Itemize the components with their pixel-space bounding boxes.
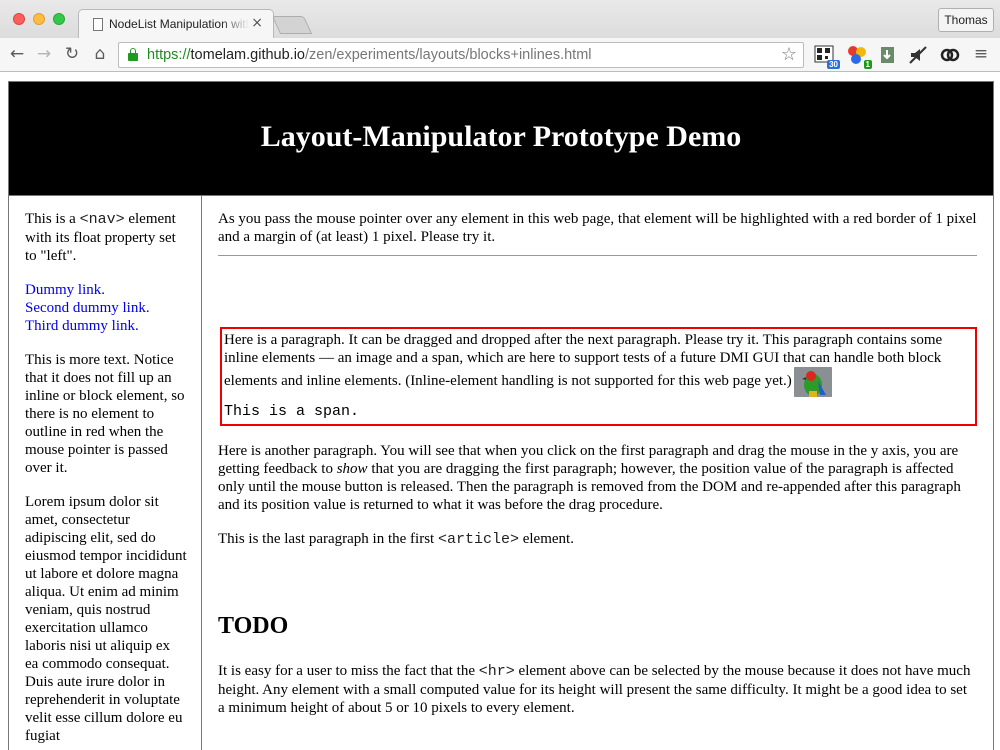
nav-more-text: This is more text. Notice that it does n…: [25, 352, 185, 476]
dummy-link-1[interactable]: Dummy link.: [25, 281, 187, 299]
page-header: Layout-Manipulator Prototype Demo: [9, 82, 993, 195]
url-text: https://tomelam.github.io/zen/experiment…: [147, 47, 592, 63]
page-favicon-icon: [93, 18, 103, 31]
draggable-paragraph-highlighted[interactable]: Here is a paragraph. It can be dragged a…: [220, 327, 977, 426]
horizontal-rule[interactable]: [218, 255, 977, 256]
close-window-button[interactable]: [13, 13, 25, 25]
profile-button[interactable]: Thomas: [938, 8, 994, 32]
page-title: Layout-Manipulator Prototype Demo: [260, 120, 742, 153]
reload-icon[interactable]: ↻: [61, 43, 83, 65]
dummy-link-2[interactable]: Second dummy link.: [25, 299, 187, 317]
mute-extension-icon[interactable]: [907, 44, 929, 66]
tab-close-icon[interactable]: ×: [251, 15, 263, 31]
page-container: Layout-Manipulator Prototype Demo This i…: [8, 81, 994, 750]
address-bar[interactable]: https://tomelam.github.io/zen/experiment…: [118, 42, 804, 68]
qr-extension-icon[interactable]: 30: [814, 44, 840, 69]
browser-tab[interactable]: NodeList Manipulation with ×: [78, 9, 274, 38]
forward-arrow-icon[interactable]: →: [33, 43, 55, 65]
draggable-paragraph-text: Here is a paragraph. It can be dragged a…: [224, 331, 972, 397]
balls-extension-icon[interactable]: 1: [846, 44, 872, 69]
bookmark-star-icon[interactable]: ☆: [781, 44, 797, 65]
last-paragraph[interactable]: This is the last paragraph in the first …: [218, 530, 977, 549]
zoom-window-button[interactable]: [53, 13, 65, 25]
browser-title-bar: NodeList Manipulation with × Thomas: [0, 0, 1000, 38]
second-paragraph[interactable]: Here is another paragraph. You will see …: [218, 442, 977, 514]
link-extension-icon[interactable]: [939, 44, 961, 66]
browser-toolbar: ← → ↻ ⌂ https://tomelam.github.io/zen/ex…: [0, 38, 1000, 72]
nav-lorem-text[interactable]: Lorem ipsum dolor sit amet, consectetur …: [25, 493, 187, 745]
todo-paragraph[interactable]: It is easy for a user to miss the fact t…: [218, 662, 977, 717]
tab-title: NodeList Manipulation with: [109, 17, 249, 31]
left-nav[interactable]: This is a <nav> element with its float p…: [9, 196, 202, 750]
new-tab-button[interactable]: [271, 16, 313, 34]
menu-hamburger-icon[interactable]: ≡: [970, 43, 992, 65]
intro-paragraph[interactable]: As you pass the mouse pointer over any e…: [218, 210, 977, 246]
home-icon[interactable]: ⌂: [89, 43, 111, 65]
dummy-link-3[interactable]: Third dummy link.: [25, 317, 187, 335]
back-arrow-icon[interactable]: ←: [6, 43, 28, 65]
nav-intro[interactable]: This is a <nav> element with its float p…: [25, 210, 187, 265]
inline-span[interactable]: This is a span.: [224, 403, 972, 421]
nav-links: Dummy link. Second dummy link. Third dum…: [25, 281, 187, 335]
download-extension-icon[interactable]: [877, 44, 899, 66]
minimize-window-button[interactable]: [33, 13, 45, 25]
parrot-image[interactable]: [793, 367, 832, 397]
todo-heading[interactable]: TODO: [218, 613, 977, 640]
content-columns: This is a <nav> element with its float p…: [9, 195, 993, 750]
main-article: As you pass the mouse pointer over any e…: [218, 196, 977, 750]
secure-lock-icon: [128, 48, 138, 61]
